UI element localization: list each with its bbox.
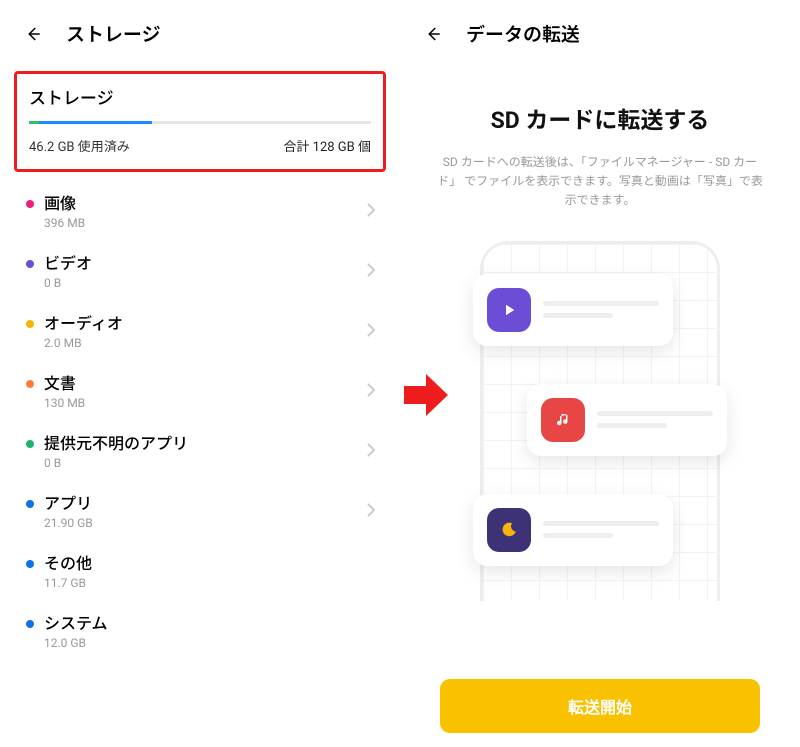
category-item-unknown[interactable]: 提供元不明のアプリ 0 B bbox=[0, 420, 400, 480]
category-dot-icon bbox=[26, 260, 34, 268]
category-body: アプリ 21.90 GB bbox=[44, 490, 366, 530]
category-size: 12.0 GB bbox=[44, 636, 376, 650]
category-label: ビデオ bbox=[44, 250, 366, 274]
illust-card-night bbox=[473, 494, 673, 566]
chevron-right-icon bbox=[366, 442, 376, 458]
category-size: 396 MB bbox=[44, 216, 366, 230]
illust-card-music bbox=[527, 384, 727, 456]
category-body: システム 12.0 GB bbox=[44, 610, 376, 650]
chevron-right-icon bbox=[366, 502, 376, 518]
category-item-apps[interactable]: アプリ 21.90 GB bbox=[0, 480, 400, 540]
category-size: 130 MB bbox=[44, 396, 366, 410]
category-dot-icon bbox=[26, 380, 34, 388]
category-dot-icon bbox=[26, 620, 34, 628]
chevron-right-icon bbox=[366, 322, 376, 338]
back-icon[interactable] bbox=[424, 25, 442, 43]
back-icon[interactable] bbox=[24, 25, 42, 43]
category-body: ビデオ 0 B bbox=[44, 250, 366, 290]
storage-panel: ストレージ ストレージ 46.2 GB 使用済み 合計 128 GB 個 画像 3… bbox=[0, 0, 400, 747]
category-size: 2.0 MB bbox=[44, 336, 366, 350]
transfer-header-title: データの転送 bbox=[466, 20, 580, 47]
category-label: オーディオ bbox=[44, 310, 366, 334]
category-item-system: システム 12.0 GB bbox=[0, 600, 400, 660]
category-body: 文書 130 MB bbox=[44, 370, 366, 410]
illust-card-video bbox=[473, 274, 673, 346]
category-item-video[interactable]: ビデオ 0 B bbox=[0, 240, 400, 300]
category-item-docs[interactable]: 文書 130 MB bbox=[0, 360, 400, 420]
storage-used-text: 46.2 GB 使用済み bbox=[29, 136, 130, 155]
category-label: アプリ bbox=[44, 490, 366, 514]
transfer-header: データの転送 bbox=[400, 0, 800, 63]
category-label: 文書 bbox=[44, 370, 366, 394]
category-item-other: その他 11.7 GB bbox=[0, 540, 400, 600]
storage-total-text: 合計 128 GB 個 bbox=[283, 136, 371, 155]
category-body: その他 11.7 GB bbox=[44, 550, 376, 590]
transfer-content: SD カードに転送する SD カードへの転送後は、「ファイルマネージャー - S… bbox=[400, 101, 800, 601]
transfer-panel: データの転送 SD カードに転送する SD カードへの転送後は、「ファイルマネー… bbox=[400, 0, 800, 747]
category-size: 21.90 GB bbox=[44, 516, 366, 530]
category-dot-icon bbox=[26, 560, 34, 568]
category-label: 画像 bbox=[44, 190, 366, 214]
storage-summary-row: 46.2 GB 使用済み 合計 128 GB 個 bbox=[29, 136, 371, 155]
storage-header-title: ストレージ bbox=[66, 20, 161, 47]
category-item-audio[interactable]: オーディオ 2.0 MB bbox=[0, 300, 400, 360]
storage-summary-box: ストレージ 46.2 GB 使用済み 合計 128 GB 個 bbox=[14, 71, 386, 172]
phone-illustration bbox=[480, 241, 720, 601]
card-lines bbox=[543, 301, 659, 318]
storage-header: ストレージ bbox=[0, 0, 400, 63]
play-icon bbox=[487, 288, 531, 332]
red-arrow-icon bbox=[404, 372, 448, 418]
music-icon bbox=[541, 398, 585, 442]
transfer-start-button[interactable]: 転送開始 bbox=[440, 679, 760, 733]
category-dot-icon bbox=[26, 200, 34, 208]
category-size: 0 B bbox=[44, 456, 366, 470]
category-body: 画像 396 MB bbox=[44, 190, 366, 230]
category-dot-icon bbox=[26, 500, 34, 508]
category-dot-icon bbox=[26, 440, 34, 448]
category-item-images[interactable]: 画像 396 MB bbox=[0, 180, 400, 240]
category-label: 提供元不明のアプリ bbox=[44, 430, 366, 454]
card-lines bbox=[543, 521, 659, 538]
category-size: 0 B bbox=[44, 276, 366, 290]
moon-icon bbox=[487, 508, 531, 552]
transfer-description: SD カードへの転送後は、「ファイルマネージャー - SD カード」 でファイル… bbox=[428, 153, 772, 211]
transfer-title: SD カードに転送する bbox=[428, 101, 772, 135]
category-label: その他 bbox=[44, 550, 376, 574]
category-label: システム bbox=[44, 610, 376, 634]
storage-progress-bar bbox=[29, 121, 371, 124]
category-list: 画像 396 MB ビデオ 0 B オーディオ 2.0 MB 文書 130 MB 提供元不明のア… bbox=[0, 178, 400, 660]
chevron-right-icon bbox=[366, 382, 376, 398]
category-size: 11.7 GB bbox=[44, 576, 376, 590]
category-body: オーディオ 2.0 MB bbox=[44, 310, 366, 350]
category-body: 提供元不明のアプリ 0 B bbox=[44, 430, 366, 470]
chevron-right-icon bbox=[366, 202, 376, 218]
category-dot-icon bbox=[26, 320, 34, 328]
storage-summary-title: ストレージ bbox=[29, 84, 371, 109]
chevron-right-icon bbox=[366, 262, 376, 278]
card-lines bbox=[597, 411, 713, 428]
